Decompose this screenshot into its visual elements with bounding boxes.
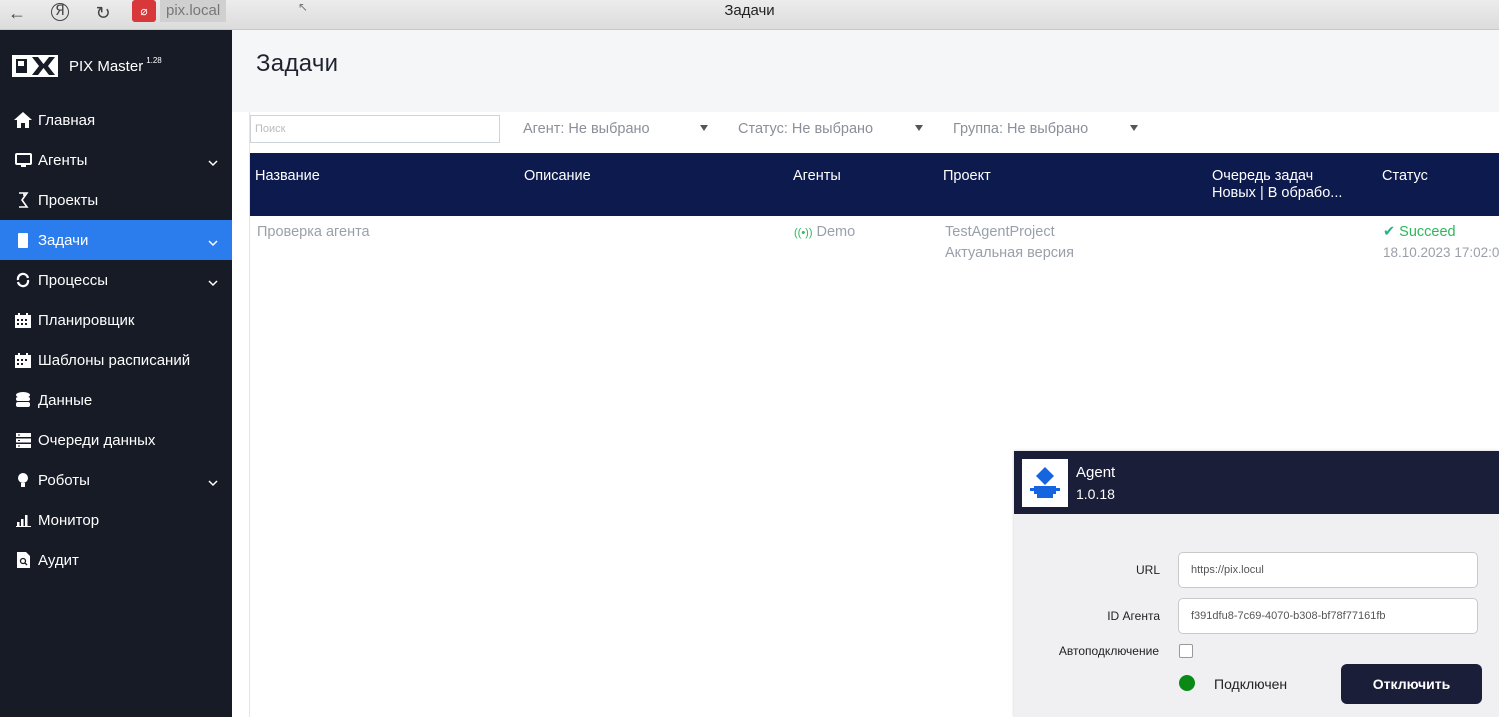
sidebar-item-label: Данные xyxy=(38,391,93,409)
audit-icon xyxy=(13,550,33,570)
chevron-down-icon[interactable] xyxy=(208,234,218,251)
sidebar-item-processes[interactable]: Процессы xyxy=(0,260,232,300)
sidebar-item-monitor[interactable]: Монитор xyxy=(0,500,232,540)
column-header-agents[interactable]: Агенты xyxy=(793,168,841,184)
database-icon xyxy=(13,390,33,410)
chevron-down-icon[interactable] xyxy=(208,274,218,291)
brand-name: PIX Master 1.28 xyxy=(69,55,162,75)
column-header-name[interactable]: Название xyxy=(255,168,320,184)
sidebar-item-label: Аудит xyxy=(38,551,79,569)
sidebar-item-label: Задачи xyxy=(38,231,89,249)
sidebar-item-schedule-templates[interactable]: Шаблоны расписаний xyxy=(0,340,232,380)
check-icon: ✔ xyxy=(1383,224,1396,240)
sidebar-item-audit[interactable]: Аудит xyxy=(0,540,232,580)
search-input[interactable] xyxy=(250,115,500,143)
calendar-template-icon xyxy=(13,350,33,370)
task-project-name[interactable]: TestAgentProject xyxy=(945,224,1074,240)
autoconnect-label: Автоподключение xyxy=(1058,644,1159,658)
task-icon xyxy=(13,230,33,250)
sidebar-item-label: Шаблоны расписаний xyxy=(38,351,191,369)
caret-down-icon xyxy=(1130,125,1138,131)
robot-icon xyxy=(13,470,33,490)
sidebar-item-label: Проекты xyxy=(38,191,99,209)
status-filter[interactable]: Статус: Не выбрано xyxy=(738,121,923,137)
url-label: URL xyxy=(1135,563,1160,577)
home-icon xyxy=(13,110,33,130)
sidebar-item-label: Очереди данных xyxy=(38,431,156,449)
pix-logo-icon xyxy=(12,55,58,77)
agent-title: Agent xyxy=(1076,464,1116,481)
sidebar-item-robots[interactable]: Роботы xyxy=(0,460,232,500)
page-header: Задачи xyxy=(232,30,1499,112)
chart-icon xyxy=(13,510,33,530)
agent-logo-icon xyxy=(1022,459,1068,507)
agent-window: Agent 1.0.18 URL https://pix.locul ID Аг… xyxy=(1014,451,1499,717)
sidebar-item-data[interactable]: Данные xyxy=(0,380,232,420)
monitor-icon xyxy=(13,150,33,170)
sidebar-item-agents[interactable]: Агенты xyxy=(0,140,232,180)
status-filter-label: Статус: Не выбрано xyxy=(738,121,874,137)
sidebar-item-tasks[interactable]: Задачи xyxy=(0,220,232,260)
sidebar-item-label: Роботы xyxy=(38,471,90,489)
browser-toolbar: ← Я ↻ ⌀ pix.local ↖ Задачи xyxy=(0,0,1499,30)
column-header-description[interactable]: Описание xyxy=(524,168,591,184)
sidebar-item-home[interactable]: Главная xyxy=(0,100,232,140)
task-project-version: Актуальная версия xyxy=(945,245,1074,261)
brand-version: 1.28 xyxy=(146,55,162,65)
column-header-status[interactable]: Статус xyxy=(1382,168,1428,184)
autoconnect-checkbox[interactable] xyxy=(1179,644,1193,658)
project-icon xyxy=(13,190,33,210)
chevron-down-icon[interactable] xyxy=(208,474,218,491)
calendar-icon xyxy=(13,310,33,330)
sidebar-item-label: Монитор xyxy=(38,511,100,529)
connection-status-dot xyxy=(1179,675,1195,691)
sidebar-item-data-queues[interactable]: Очереди данных xyxy=(0,420,232,460)
sidebar: PIX Master 1.28 Главная Агенты Проекты З… xyxy=(0,30,232,717)
column-header-queue[interactable]: Очередь задач Новых | В обрабо... xyxy=(1212,168,1342,202)
agent-window-header: Agent 1.0.18 xyxy=(1014,451,1499,514)
agent-filter-label: Агент: Не выбрано xyxy=(523,121,650,137)
status-text: Succeed xyxy=(1399,224,1456,240)
task-status: ✔ Succeed 18.10.2023 17:02:0 xyxy=(1383,224,1499,260)
filter-bar: Агент: Не выбрано Статус: Не выбрано Гру… xyxy=(250,112,1499,153)
column-header-project[interactable]: Проект xyxy=(943,168,991,184)
refresh-icon xyxy=(13,270,33,290)
status-time: 18.10.2023 17:02:0 xyxy=(1383,245,1499,260)
page-title: Задачи xyxy=(256,50,339,77)
agent-filter[interactable]: Агент: Не выбрано xyxy=(523,121,708,137)
sidebar-item-scheduler[interactable]: Планировщик xyxy=(0,300,232,340)
sidebar-menu: Главная Агенты Проекты Задачи Процессы П… xyxy=(0,100,232,580)
task-name[interactable]: Проверка агента xyxy=(257,224,370,240)
sidebar-item-label: Процессы xyxy=(38,271,109,289)
url-field[interactable]: https://pix.locul xyxy=(1178,552,1478,588)
queue-icon xyxy=(13,430,33,450)
table-header: Название Описание Агенты Проект Очередь … xyxy=(250,153,1499,216)
connection-status-text: Подключен xyxy=(1214,676,1288,692)
signal-icon: ((•)) xyxy=(794,227,813,239)
agent-id-field[interactable]: f391dfu8-7c69-4070-b308-bf78f77161fb xyxy=(1178,598,1478,634)
task-project: TestAgentProject Актуальная версия xyxy=(945,224,1074,261)
agent-version: 1.0.18 xyxy=(1076,486,1115,502)
brand[interactable]: PIX Master 1.28 xyxy=(12,54,162,78)
caret-down-icon xyxy=(915,125,923,131)
sidebar-item-projects[interactable]: Проекты xyxy=(0,180,232,220)
sidebar-item-label: Главная xyxy=(38,111,96,129)
sidebar-item-label: Агенты xyxy=(38,151,88,169)
group-filter[interactable]: Группа: Не выбрано xyxy=(953,121,1138,137)
column-header-queue-line1: Очередь задач xyxy=(1212,168,1314,184)
group-filter-label: Группа: Не выбрано xyxy=(953,121,1089,137)
table-row[interactable]: Проверка агента ((•)) Demo TestAgentProje… xyxy=(250,216,1499,276)
disconnect-button[interactable]: Отключить xyxy=(1341,664,1482,704)
caret-down-icon xyxy=(700,125,708,131)
agent-id-label: ID Агента xyxy=(1107,609,1160,623)
window-title: Задачи xyxy=(724,2,775,19)
task-agent[interactable]: ((•)) Demo xyxy=(794,224,855,240)
chevron-down-icon[interactable] xyxy=(208,154,218,171)
sidebar-item-label: Планировщик xyxy=(38,311,135,329)
column-header-queue-line2: Новых | В обрабо... xyxy=(1212,185,1343,201)
task-agent-name: Demo xyxy=(816,224,856,240)
